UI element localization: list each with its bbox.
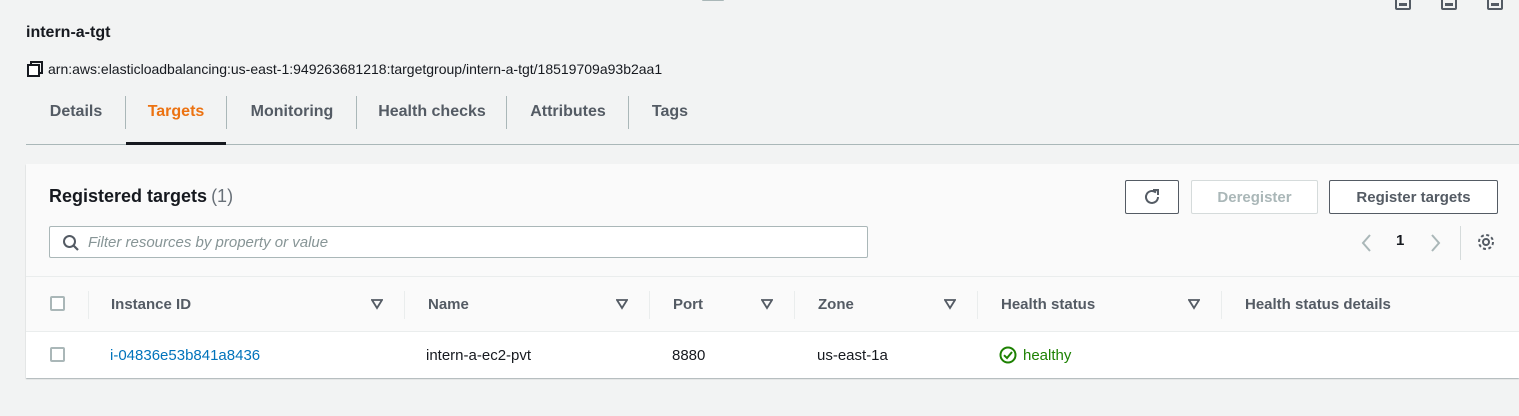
column-header-instance-id[interactable]: Instance ID xyxy=(111,277,191,331)
panel-layout-icon[interactable] xyxy=(1487,0,1503,10)
refresh-button[interactable] xyxy=(1125,180,1179,214)
sort-icon[interactable] xyxy=(1188,298,1200,310)
column-divider xyxy=(404,291,405,319)
column-header-zone[interactable]: Zone xyxy=(818,277,854,331)
divider xyxy=(1460,226,1461,260)
column-divider xyxy=(88,291,89,319)
refresh-icon xyxy=(1145,189,1159,204)
sort-icon[interactable] xyxy=(761,298,773,310)
port-value: 8880 xyxy=(672,346,706,364)
window-controls xyxy=(1389,0,1519,12)
arn-text: arn:aws:elasticloadbalancing:us-east-1:9… xyxy=(48,61,663,77)
page-title: intern-a-tgt xyxy=(26,24,111,41)
tab-bar: Details Targets Monitoring Health checks… xyxy=(26,80,1519,145)
table-row[interactable]: i-04836e53b841a8436 intern-a-ec2-pvt 888… xyxy=(26,332,1519,378)
column-header-health-status-details[interactable]: Health status details xyxy=(1245,277,1391,331)
column-divider xyxy=(794,291,795,319)
gear-icon[interactable] xyxy=(1476,232,1496,252)
instance-name: intern-a-ec2-pvt xyxy=(426,346,532,364)
register-targets-button[interactable]: Register targets xyxy=(1329,180,1498,214)
table-header: Instance ID Name Port Zone Health status… xyxy=(26,276,1519,332)
tab-targets[interactable]: Targets xyxy=(126,80,226,145)
panel-layout-icon[interactable] xyxy=(1395,0,1411,10)
column-divider xyxy=(649,291,650,319)
row-checkbox[interactable] xyxy=(50,347,65,362)
sort-icon[interactable] xyxy=(371,298,383,310)
tab-health-checks[interactable]: Health checks xyxy=(357,80,507,144)
chevron-right-icon[interactable] xyxy=(1427,228,1443,258)
column-header-port[interactable]: Port xyxy=(673,277,703,331)
search-icon xyxy=(63,235,79,251)
health-status: healthy xyxy=(999,332,1071,378)
select-all-checkbox[interactable] xyxy=(50,296,65,311)
filter-input[interactable] xyxy=(88,227,848,257)
deregister-button[interactable]: Deregister xyxy=(1191,180,1318,214)
copy-icon[interactable] xyxy=(26,60,44,78)
tab-monitoring[interactable]: Monitoring xyxy=(227,80,357,144)
page-number[interactable]: 1 xyxy=(1396,232,1404,249)
chevron-left-icon[interactable] xyxy=(1359,228,1375,258)
arn-line: arn:aws:elasticloadbalancing:us-east-1:9… xyxy=(26,60,662,78)
tab-details[interactable]: Details xyxy=(26,80,126,144)
target-count: (1) xyxy=(211,186,234,206)
column-divider xyxy=(1221,291,1222,319)
panel-layout-icon[interactable] xyxy=(1441,0,1457,10)
instance-id-link[interactable]: i-04836e53b841a8436 xyxy=(110,332,260,378)
status-ok-icon xyxy=(999,346,1017,364)
panel-title: Registered targets (1) xyxy=(49,186,233,207)
column-divider xyxy=(977,291,978,319)
column-header-health-status[interactable]: Health status xyxy=(1001,277,1095,331)
toolbar-stub xyxy=(702,0,724,1)
panel-header: Registered targets (1) Deregister Registe… xyxy=(26,164,1519,276)
tab-attributes[interactable]: Attributes xyxy=(507,80,629,144)
zone-value: us-east-1a xyxy=(817,346,888,364)
tab-tags[interactable]: Tags xyxy=(629,80,711,144)
registered-targets-panel: Registered targets (1) Deregister Registe… xyxy=(26,164,1519,378)
panel-title-text: Registered targets xyxy=(49,186,208,206)
column-header-name[interactable]: Name xyxy=(428,277,469,331)
health-status-text: healthy xyxy=(1023,346,1072,364)
sort-icon[interactable] xyxy=(944,298,956,310)
filter-box xyxy=(49,226,868,258)
sort-icon[interactable] xyxy=(616,298,628,310)
